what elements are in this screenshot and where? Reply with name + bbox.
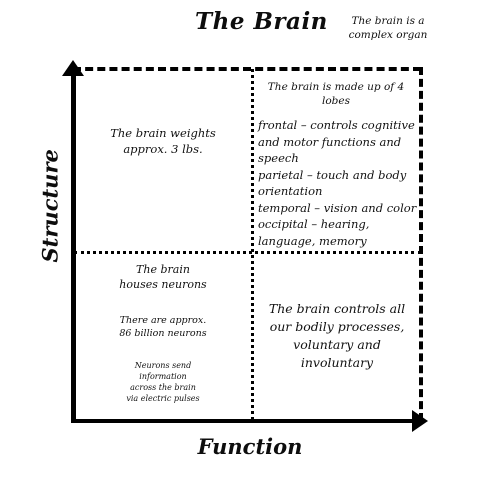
lobes-heading: The brain is made up of 4 lobes <box>267 81 405 107</box>
quadrant-top-left-text: The brain weights approx. 3 lbs. <box>110 126 216 156</box>
y-axis-line <box>71 72 76 423</box>
quadrant-bottom-right-text: The brain controls all our bodily proces… <box>268 301 406 370</box>
x-axis-label: Function <box>197 434 303 459</box>
y-axis-label: Structure <box>37 149 63 263</box>
subtitle-note: The brain is a complex organ <box>348 15 428 41</box>
quadrant-top-right: The brain is made up of 4 lobes frontal … <box>255 80 417 249</box>
brain-quadrant-diagram: The Brain The brain is a complex organ S… <box>0 0 500 500</box>
list-item: occipital – hearing, language, memory <box>258 217 370 248</box>
frame-top-dashed-border <box>73 67 421 71</box>
page-title: The Brain <box>195 8 328 35</box>
neurons-signal-text: Neurons send information across the brai… <box>126 361 200 403</box>
lobes-list: frontal – controls cognitive and motor f… <box>255 117 417 249</box>
neurons-count-text: There are approx. 86 billion neurons <box>119 315 207 339</box>
frame-right-dashed-border <box>419 67 423 421</box>
horizontal-dotted-divider <box>74 251 421 254</box>
neurons-housing-text: The brain houses neurons <box>119 263 207 291</box>
vertical-dotted-divider <box>251 69 254 420</box>
list-item: parietal – touch and body orientation <box>258 167 407 199</box>
x-axis-line <box>71 418 423 423</box>
quadrant-bottom-left: The brain houses neurons There are appro… <box>78 262 248 404</box>
list-item: temporal – vision and color <box>258 200 417 215</box>
list-item: frontal – controls cognitive and motor f… <box>258 118 415 165</box>
